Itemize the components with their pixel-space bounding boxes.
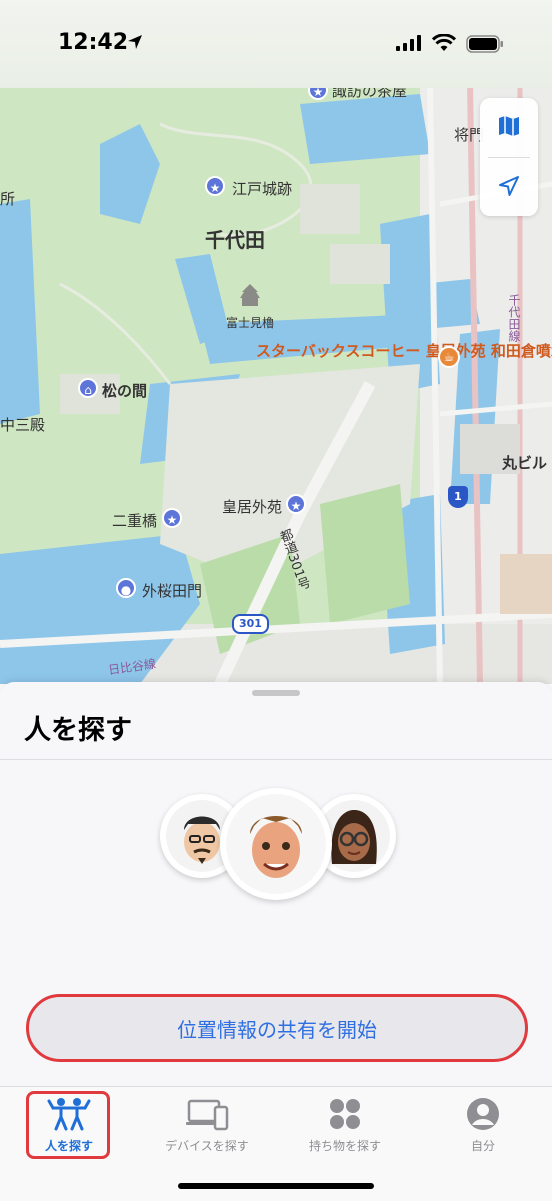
sheet-grabber[interactable]	[252, 690, 300, 696]
map-label-fujimi: 富士見櫓	[226, 316, 275, 330]
memoji-avatar-center	[220, 788, 332, 900]
sheet-divider	[0, 759, 552, 760]
location-arrow-icon	[126, 33, 144, 55]
tab-devices[interactable]: デバイスを探す	[138, 1087, 276, 1167]
map-label-edo-castle: 江戸城跡	[232, 180, 293, 198]
map-mode-button[interactable]	[480, 98, 538, 157]
tab-highlight-outline	[26, 1091, 110, 1159]
tab-items[interactable]: 持ち物を探す	[276, 1087, 414, 1167]
person-circle-icon	[466, 1097, 500, 1135]
battery-icon	[466, 35, 504, 57]
devices-icon	[185, 1097, 229, 1135]
map-label-nijubashi: 二重橋	[112, 512, 158, 530]
map-label-sotosakurada: 外桜田門	[142, 582, 203, 600]
tab-devices-label: デバイスを探す	[165, 1139, 249, 1153]
map-label-starbucks: スターバックスコーヒー 皇居外苑 和田倉噴水公園店	[256, 342, 552, 360]
map-label-marubiru: 丸ビル	[502, 454, 548, 472]
tab-me-label: 自分	[470, 1139, 495, 1153]
map-label-matsu: 松の間	[102, 382, 148, 400]
map-label-chiyoda: 千代田	[205, 228, 265, 252]
route-1-shield: 1	[448, 486, 468, 508]
location-arrow-icon	[497, 174, 521, 202]
map-icon	[496, 113, 522, 143]
landmark-pin-icon[interactable]: ⌂	[78, 378, 98, 398]
landmark-pin-icon[interactable]: ●	[116, 578, 136, 598]
landmark-pin-icon[interactable]: ★	[205, 176, 225, 196]
landmark-pin-icon[interactable]: ★	[286, 494, 306, 514]
map-label-chiyoda-line: 千代田線	[507, 294, 521, 342]
map-controls	[480, 98, 538, 216]
tab-me[interactable]: 自分	[414, 1087, 552, 1167]
map-label-nakasanden: 中三殿	[0, 416, 46, 434]
current-location-button[interactable]	[480, 158, 538, 217]
items-grid-icon	[328, 1097, 362, 1135]
wifi-icon	[431, 33, 457, 56]
cellular-signal-icon	[396, 35, 422, 55]
sheet-title: 人を探す	[24, 715, 132, 746]
map-label-kokyo-gaien: 皇居外苑	[222, 498, 283, 516]
landmark-pin-icon[interactable]: ★	[162, 508, 182, 528]
start-sharing-location-button[interactable]: 位置情報の共有を開始	[26, 994, 528, 1062]
tab-items-label: 持ち物を探す	[308, 1139, 381, 1153]
tab-bar: 人を探す デバイスを探す 持ち物を探す 自分	[0, 1086, 552, 1201]
home-indicator	[178, 1183, 374, 1189]
status-time: 12:42	[58, 30, 129, 55]
status-bar: 12:42	[0, 0, 552, 88]
route-301-shield: 301	[232, 614, 269, 634]
map-label-sho: 所	[0, 190, 16, 208]
cafe-pin-icon[interactable]: ☕	[438, 346, 460, 368]
map-view[interactable]: ★ 諏訪の茶屋 将門 所 ★ 江戸城跡 千代田 富士見櫓 スターバックスコーヒー…	[0, 84, 552, 684]
